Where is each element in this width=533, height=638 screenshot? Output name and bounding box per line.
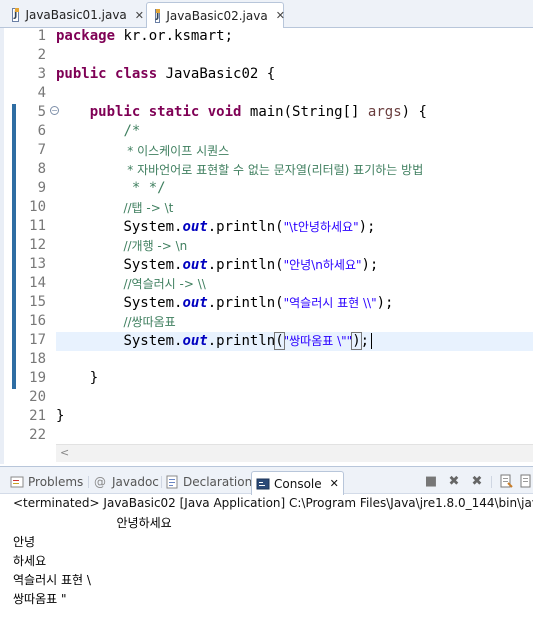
code-line-current: System.out.println("쌍따옴표 \""); bbox=[56, 332, 533, 351]
line-number: 7 bbox=[37, 142, 46, 158]
line-number: 4 bbox=[37, 85, 46, 101]
line-number: 3 bbox=[37, 66, 46, 82]
code-line: System.out.println("안녕\n하세요"); bbox=[123, 257, 379, 273]
close-icon[interactable]: ✕ bbox=[330, 477, 339, 490]
clear-console-icon[interactable] bbox=[498, 474, 514, 490]
line-number: 10 bbox=[29, 199, 46, 215]
line-number: 8 bbox=[37, 161, 46, 177]
line-number: 22 bbox=[29, 427, 46, 443]
editor-tab-bar: J JavaBasic01.java ✕ J JavaBasic02.java … bbox=[0, 0, 533, 29]
code-line: public static void main(String[] args) { bbox=[89, 104, 427, 120]
console-output-line: 안녕하세요 bbox=[86, 516, 172, 530]
line-number: 20 bbox=[29, 389, 46, 405]
horizontal-scrollbar[interactable]: < bbox=[56, 444, 533, 462]
code-comment: /* bbox=[123, 123, 141, 139]
console-output-line: 역슬러시 표현 \ bbox=[13, 573, 91, 587]
line-number: 11 bbox=[29, 218, 46, 234]
tab-javabasic02[interactable]: J JavaBasic02.java ✕ bbox=[146, 2, 285, 29]
code-line: public class JavaBasic02 { bbox=[56, 66, 276, 82]
java-file-icon: J bbox=[12, 8, 20, 22]
scroll-lock-icon[interactable] bbox=[518, 474, 533, 490]
line-number: 5 bbox=[37, 104, 46, 120]
code-comment: * 이스케이프 시퀀스 bbox=[123, 144, 230, 158]
tab-console[interactable]: Console ✕ bbox=[251, 471, 344, 495]
line-number: 17 bbox=[29, 332, 46, 348]
line-number: 1 bbox=[37, 28, 46, 44]
tab-javadoc[interactable]: @ Javadoc bbox=[94, 471, 159, 493]
code-line: } bbox=[56, 408, 65, 424]
line-number: 12 bbox=[29, 237, 46, 253]
declaration-icon bbox=[165, 475, 179, 489]
line-number-gutter: 1 2 3 4 5 6 7 8 9 10 11 12 13 14 15 16 1… bbox=[16, 28, 59, 446]
close-icon[interactable]: ✕ bbox=[276, 9, 285, 22]
text-caret bbox=[371, 333, 373, 349]
console-status: <terminated> JavaBasic02 [Java Applicati… bbox=[13, 496, 533, 510]
code-line: } bbox=[89, 370, 99, 386]
bottom-view-tab-bar: Problems @ Javadoc Declaration Console ✕… bbox=[0, 466, 533, 495]
java-file-icon: J bbox=[155, 8, 161, 23]
tab-label: JavaBasic01.java bbox=[25, 8, 127, 22]
code-line: System.out.println("역슬러시 표현 \\"); bbox=[123, 295, 394, 311]
stop-icon[interactable]: ■ bbox=[423, 474, 439, 490]
line-number: 9 bbox=[37, 180, 46, 196]
line-number: 15 bbox=[29, 294, 46, 310]
remove-launch-icon[interactable]: ✖ bbox=[446, 474, 462, 490]
code-comment: //탭 -> \t bbox=[123, 201, 174, 215]
code-editor[interactable]: 1 2 3 4 5 6 7 8 9 10 11 12 13 14 15 16 1… bbox=[0, 28, 533, 464]
code-comment: //쌍따옴표 bbox=[123, 315, 176, 329]
line-number: 14 bbox=[29, 275, 46, 291]
javadoc-icon: @ bbox=[94, 475, 106, 489]
tab-label: JavaBasic02.java bbox=[166, 8, 268, 23]
remove-all-terminated-icon[interactable]: ✖ bbox=[469, 474, 485, 490]
line-number: 21 bbox=[29, 408, 46, 424]
console-output-line: 안녕 bbox=[13, 535, 36, 549]
tab-javabasic01[interactable]: J JavaBasic01.java ✕ bbox=[4, 2, 144, 28]
code-comment: * */ bbox=[123, 180, 166, 196]
line-number: 2 bbox=[37, 47, 46, 63]
code-comment: * 자바언어로 표현할 수 없는 문자열(리터럴) 표기하는 방법 bbox=[123, 163, 424, 177]
line-number: 16 bbox=[29, 313, 46, 329]
line-number: 19 bbox=[29, 370, 46, 386]
tab-declaration[interactable]: Declaration bbox=[165, 471, 252, 493]
code-comment: //역슬러시 -> \\ bbox=[123, 277, 206, 291]
console-output-line: 쌍따옴표 " bbox=[13, 592, 67, 606]
close-icon[interactable]: ✕ bbox=[135, 9, 144, 22]
problems-icon bbox=[10, 475, 24, 489]
code-area[interactable]: package kr.or.ksmart; public class JavaB… bbox=[56, 28, 533, 446]
scroll-left-icon[interactable]: < bbox=[60, 446, 69, 459]
console-output-line: 하세요 bbox=[13, 554, 47, 568]
tab-problems[interactable]: Problems bbox=[10, 471, 83, 493]
code-comment: //개행 -> \n bbox=[123, 239, 188, 253]
line-number: 6 bbox=[37, 123, 46, 139]
line-number: 13 bbox=[29, 256, 46, 272]
line-number: 18 bbox=[29, 351, 46, 367]
code-line: System.out.println("\t안녕하세요"); bbox=[123, 219, 376, 235]
console-icon bbox=[256, 477, 270, 491]
code-line: package kr.or.ksmart; bbox=[56, 28, 234, 44]
